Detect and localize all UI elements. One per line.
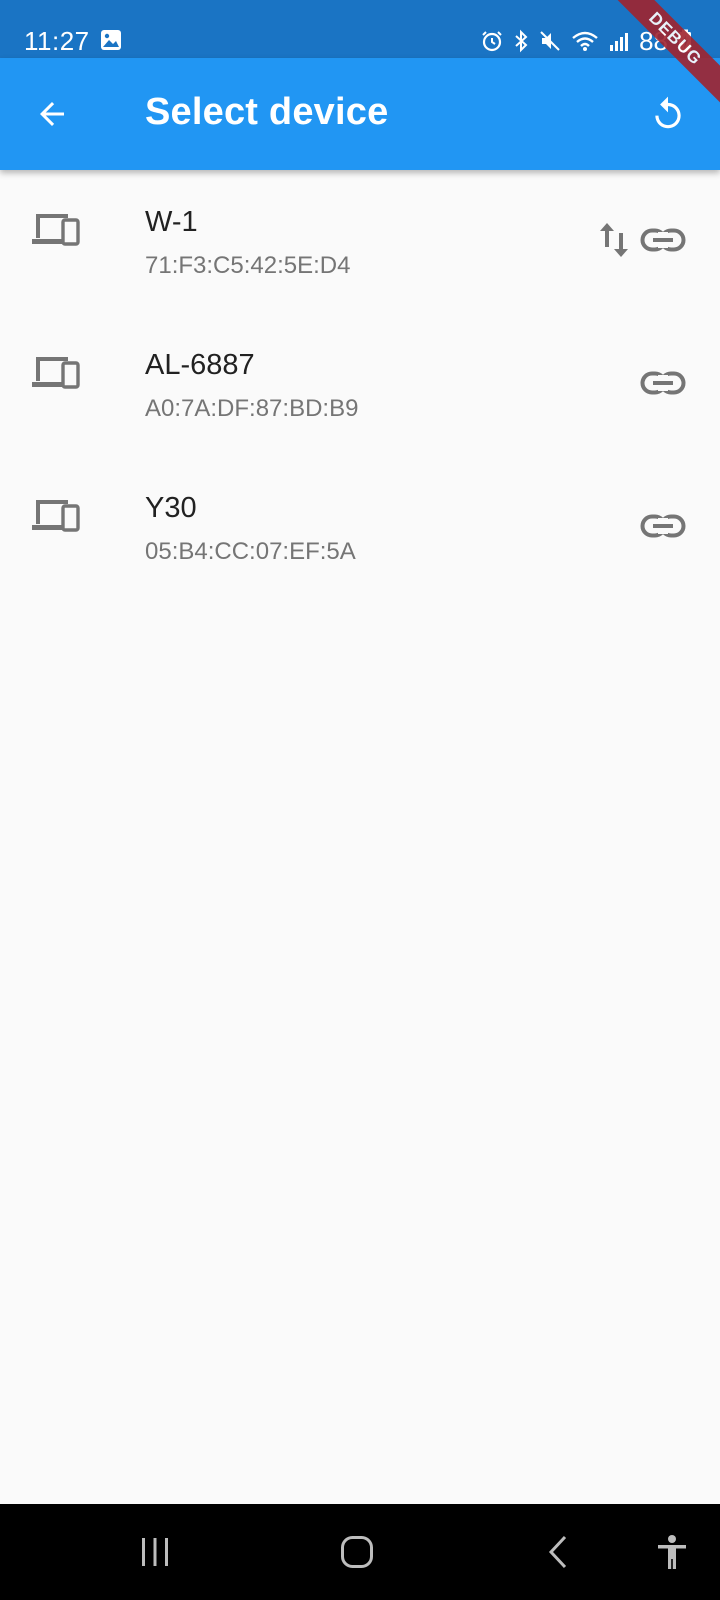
back-nav-icon: [548, 1535, 567, 1569]
home-button[interactable]: [317, 1524, 397, 1580]
link-icon[interactable]: [640, 222, 686, 258]
accessibility-icon: [658, 1535, 686, 1569]
mute-icon: [540, 31, 560, 51]
device-name: Y30: [145, 492, 197, 524]
swap-vert-icon[interactable]: [598, 220, 630, 260]
link-icon[interactable]: [640, 365, 686, 401]
back-nav-button[interactable]: [518, 1524, 598, 1580]
accessibility-button[interactable]: [632, 1524, 712, 1580]
bluetooth-icon: [515, 29, 528, 53]
device-mac: A0:7A:DF:87:BD:B9: [145, 395, 359, 422]
alarm-icon: [482, 31, 502, 52]
device-row[interactable]: Y30 05:B4:CC:07:EF:5A: [0, 456, 720, 599]
device-mac: 71:F3:C5:42:5E:D4: [145, 252, 351, 279]
recent-apps-button[interactable]: [115, 1524, 195, 1580]
debug-banner-label: DEBUG: [605, 0, 720, 109]
device-name: AL-6887: [145, 349, 255, 381]
system-nav-bar: [0, 1504, 720, 1600]
devices-icon: [32, 214, 80, 246]
gallery-icon: [101, 30, 121, 50]
device-name: W-1: [145, 206, 198, 238]
back-button[interactable]: [24, 86, 80, 142]
screen: 11:27 88 DEBUG Select device W-1 71:F3:C…: [0, 0, 720, 1600]
page-title: Select device: [145, 91, 389, 133]
debug-banner: DEBUG: [600, 0, 720, 120]
link-icon[interactable]: [640, 508, 686, 544]
arrow-back-icon: [40, 102, 64, 126]
home-icon: [341, 1536, 373, 1568]
device-row[interactable]: AL-6887 A0:7A:DF:87:BD:B9: [0, 313, 720, 456]
devices-icon: [32, 357, 80, 389]
device-mac: 05:B4:CC:07:EF:5A: [145, 538, 356, 565]
wifi-icon: [572, 31, 598, 51]
device-row[interactable]: W-1 71:F3:C5:42:5E:D4: [0, 170, 720, 313]
status-time: 11:27: [24, 26, 90, 56]
devices-icon: [32, 500, 80, 532]
recent-apps-icon: [142, 1538, 168, 1566]
device-list: W-1 71:F3:C5:42:5E:D4 AL-6887 A0:7A:DF:8…: [0, 170, 720, 599]
